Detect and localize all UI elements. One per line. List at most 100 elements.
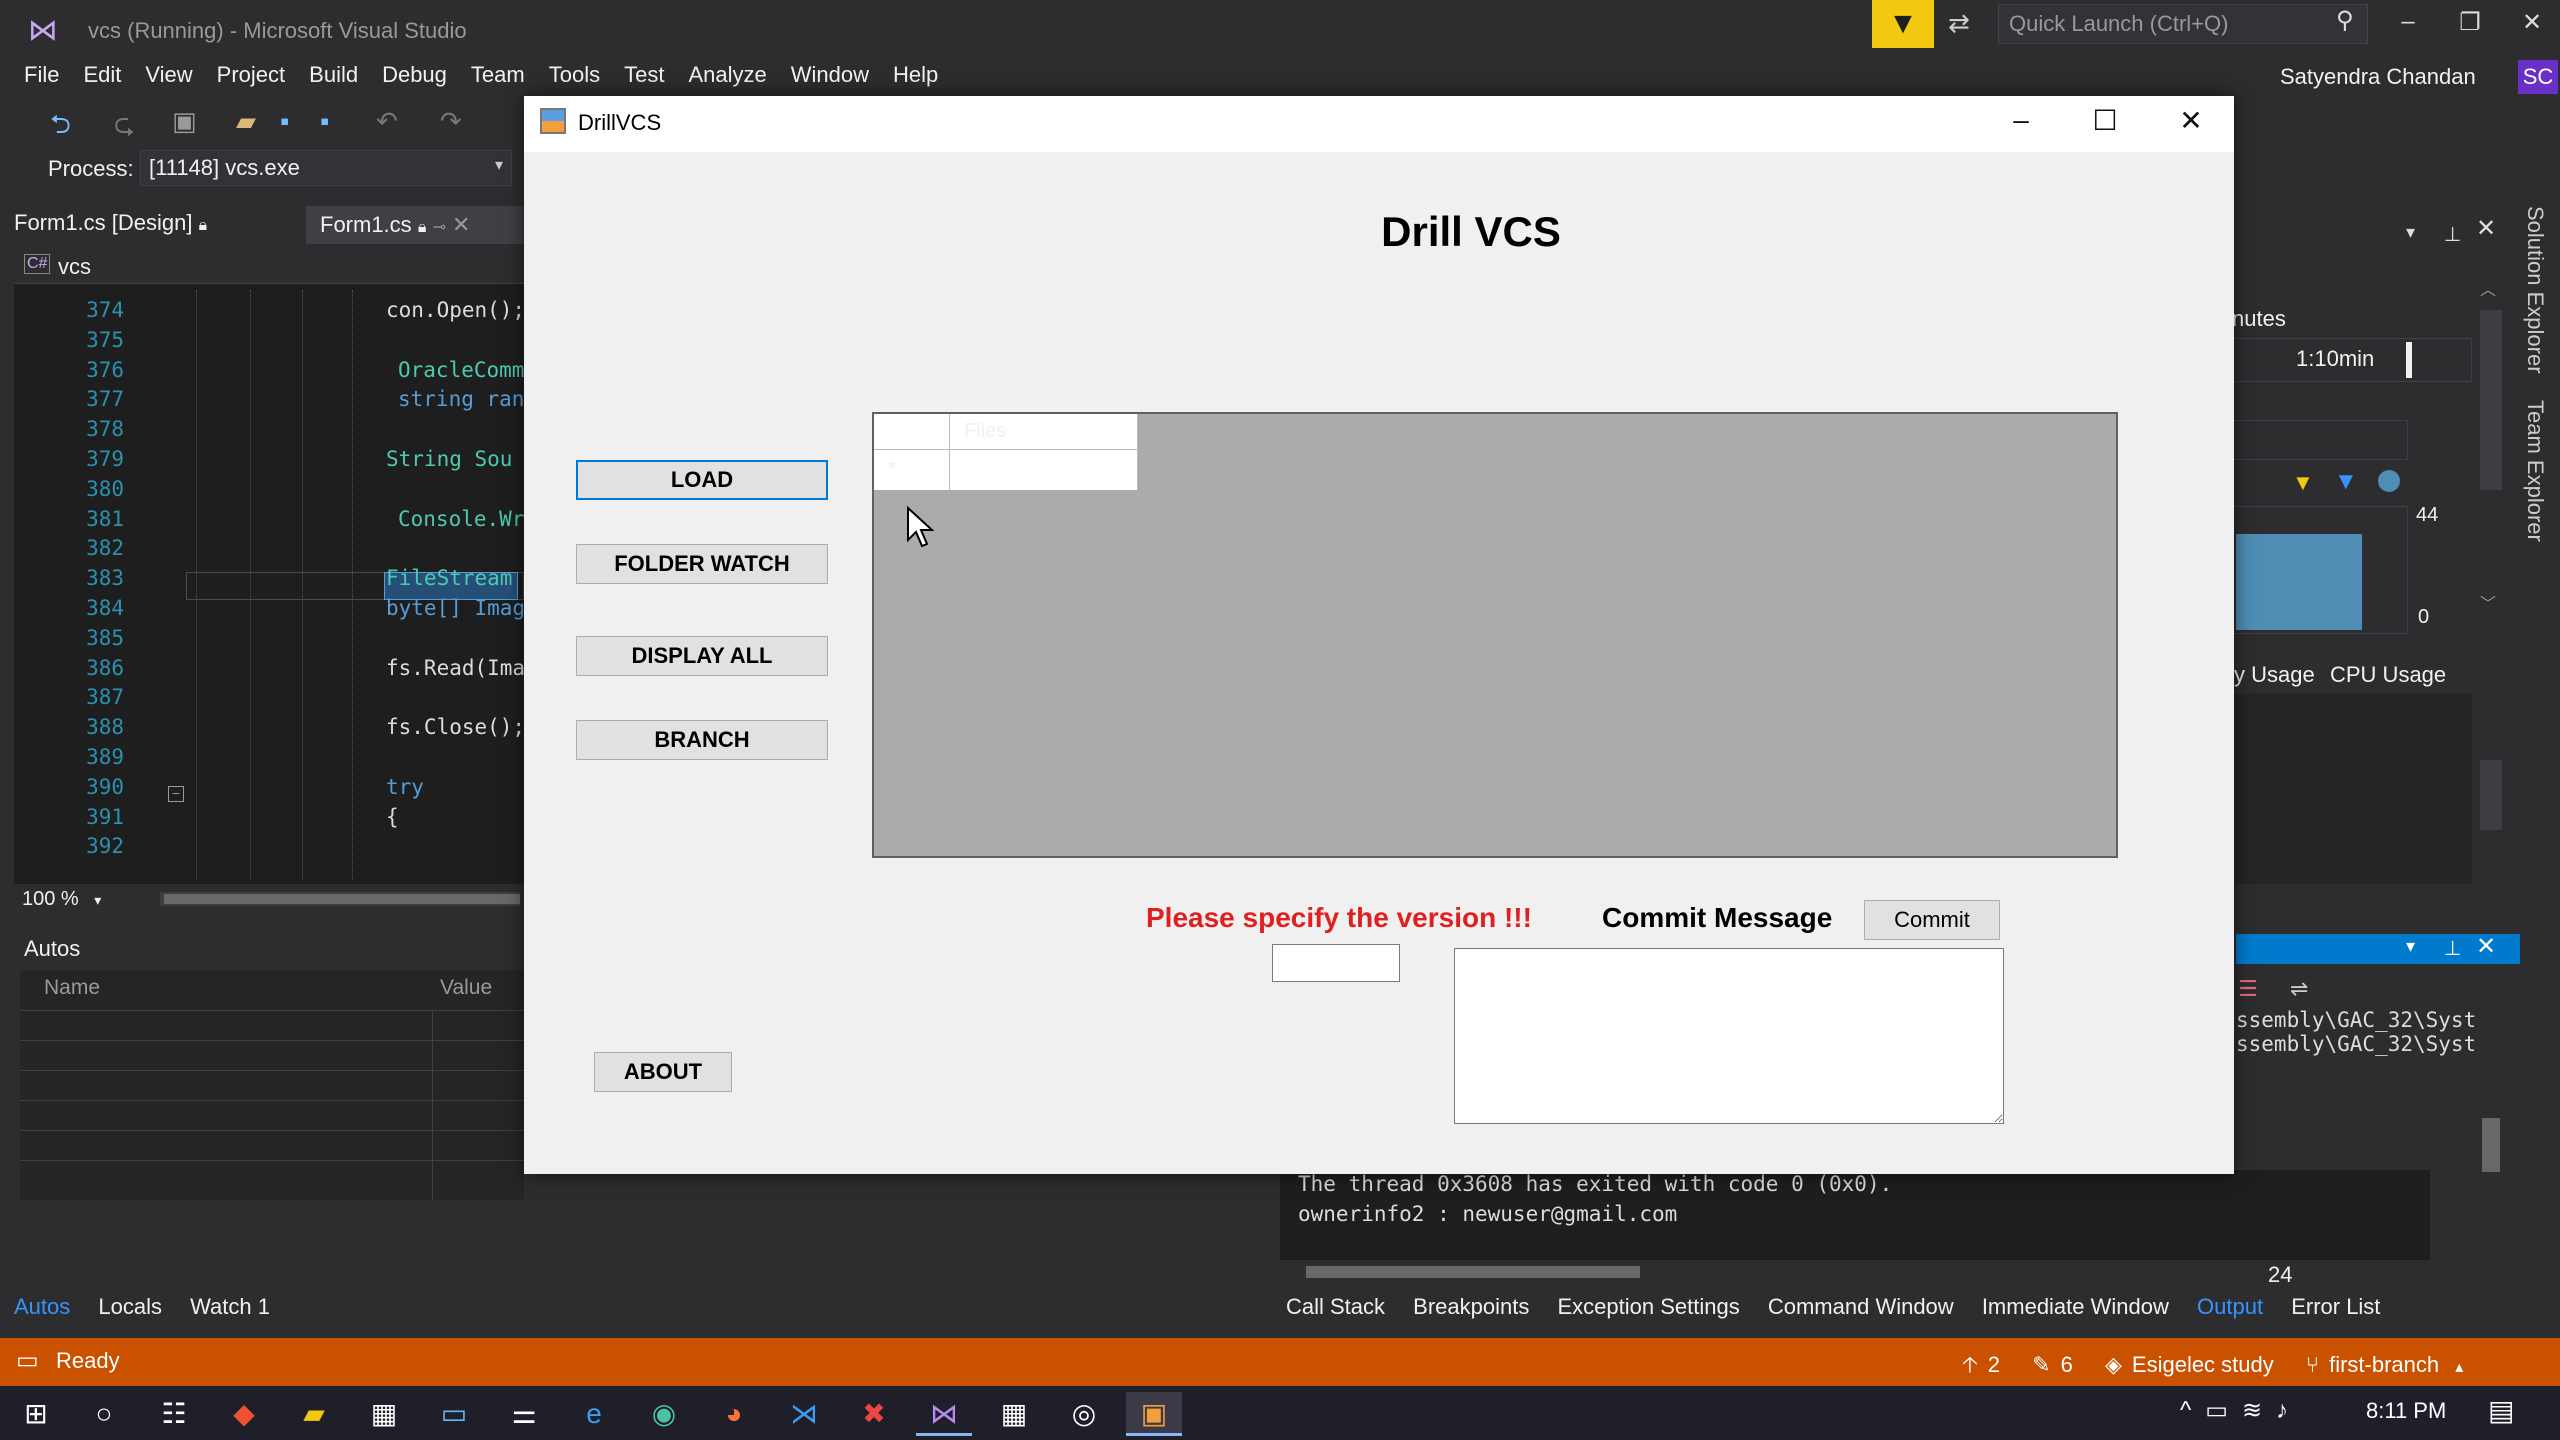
drillvcs-title-bar[interactable] bbox=[524, 96, 2234, 152]
menu-file[interactable]: File bbox=[24, 60, 59, 92]
tab-locals[interactable]: Locals bbox=[98, 1294, 162, 1320]
snapshot-marker-icon[interactable] bbox=[2378, 470, 2400, 492]
tab-breakpoints[interactable]: Breakpoints bbox=[1413, 1294, 1529, 1320]
scrollbar-thumb[interactable] bbox=[1306, 1266, 1640, 1278]
tab-form1-cs[interactable]: Form1.cs 🔒︎ ⊸ ✕ bbox=[306, 206, 524, 244]
firefox-browser-icon[interactable]: ◕ bbox=[706, 1392, 762, 1436]
obs-icon[interactable]: ◎ bbox=[1056, 1392, 1112, 1436]
action-center-icon[interactable]: ▤ bbox=[2488, 1394, 2514, 1427]
undo-icon[interactable]: ↶ bbox=[376, 106, 398, 137]
repository-name[interactable]: Esigelec study bbox=[2132, 1352, 2274, 1377]
menu-analyze[interactable]: Analyze bbox=[688, 60, 766, 92]
drillvcs-close-icon[interactable]: ✕ bbox=[2166, 104, 2216, 137]
restore-icon[interactable]: ❐ bbox=[2450, 8, 2490, 37]
timeline-marker[interactable] bbox=[2406, 342, 2412, 378]
display-all-button[interactable]: DISPLAY ALL bbox=[576, 636, 828, 676]
autos-col-name[interactable]: Name bbox=[44, 976, 100, 1000]
output-left-scrollbar[interactable] bbox=[1226, 1180, 1256, 1280]
drillvcs-taskbar-icon[interactable]: ▣ bbox=[1126, 1392, 1182, 1436]
code-line[interactable]: String Sou bbox=[386, 447, 512, 471]
save-all-icon[interactable]: ▪ bbox=[320, 106, 329, 137]
panel-close-icon[interactable]: ✕ bbox=[2476, 214, 2496, 243]
branch-name[interactable]: first-branch bbox=[2329, 1352, 2439, 1377]
pin-icon[interactable]: ⊥ bbox=[2444, 936, 2461, 961]
quick-launch-input[interactable]: Quick Launch (Ctrl+Q) bbox=[1998, 4, 2368, 44]
drillvcs-minimize-icon[interactable]: – bbox=[1996, 104, 2046, 136]
tab-exception-settings[interactable]: Exception Settings bbox=[1557, 1294, 1739, 1320]
tab-memory-usage[interactable]: y Usage bbox=[2234, 662, 2315, 688]
version-input[interactable] bbox=[1272, 944, 1400, 982]
scrollbar-thumb[interactable] bbox=[2480, 310, 2502, 490]
branch-icon[interactable]: ⑂ bbox=[2306, 1352, 2319, 1378]
open-folder-icon[interactable]: ▰ bbox=[236, 106, 256, 137]
app-icon[interactable]: ⚌ bbox=[496, 1392, 552, 1436]
code-line[interactable]: { bbox=[386, 805, 399, 829]
pending-changes-icon[interactable]: ✎ bbox=[2032, 1352, 2050, 1378]
menu-tools[interactable]: Tools bbox=[549, 60, 600, 92]
autos-col-value[interactable]: Value bbox=[440, 976, 492, 1000]
filter-marker-icon[interactable]: ▼ bbox=[2334, 468, 2358, 496]
search-icon[interactable]: ⚲ bbox=[2336, 6, 2354, 35]
save-icon[interactable]: ▪ bbox=[280, 106, 289, 137]
tab-watch-1[interactable]: Watch 1 bbox=[190, 1294, 270, 1320]
menu-help[interactable]: Help bbox=[893, 60, 938, 92]
code-line[interactable]: byte[] Imag bbox=[386, 596, 525, 620]
sql-developer-icon[interactable]: ▦ bbox=[986, 1392, 1042, 1436]
battery-icon[interactable]: ▭ bbox=[2205, 1397, 2242, 1424]
user-name[interactable]: Satyendra Chandan bbox=[2280, 64, 2476, 90]
code-line[interactable]: OracleComm bbox=[398, 358, 524, 382]
zoom-level[interactable]: 100 % ▾ bbox=[22, 888, 101, 911]
menu-window[interactable]: Window bbox=[791, 60, 869, 92]
push-icon[interactable]: 🡡 bbox=[1962, 1348, 1978, 1386]
tray-chevron-icon[interactable]: ^ bbox=[2180, 1397, 2205, 1424]
branch-button[interactable]: BRANCH bbox=[576, 720, 828, 760]
forward-icon[interactable]: ⮎ bbox=[114, 106, 135, 150]
tab-command-window[interactable]: Command Window bbox=[1768, 1294, 1954, 1320]
side-tab-solution-explorer[interactable]: Solution Explorer bbox=[2522, 206, 2548, 374]
task-view-icon[interactable]: ☷ bbox=[146, 1392, 202, 1436]
word-wrap-icon[interactable]: ⇌ bbox=[2290, 976, 2308, 1002]
code-line[interactable]: Console.Wr bbox=[398, 507, 524, 531]
file-explorer-icon[interactable]: ▰ bbox=[286, 1392, 342, 1436]
windows-start-icon[interactable]: ⊞ bbox=[8, 1392, 64, 1436]
back-icon[interactable]: ⮌ bbox=[50, 106, 71, 150]
grid-new-row-header[interactable]: * bbox=[874, 450, 950, 490]
minimize-icon[interactable]: – bbox=[2388, 8, 2428, 36]
repository-icon[interactable]: ◈ bbox=[2105, 1352, 2122, 1378]
load-button[interactable]: LOAD bbox=[576, 460, 828, 500]
output-text[interactable]: The thread 0x3608 has exited with code 0… bbox=[1280, 1170, 2430, 1260]
unpushed-commits-count[interactable]: 2 bbox=[1988, 1352, 2000, 1377]
edge-browser-icon[interactable]: e bbox=[566, 1392, 622, 1436]
code-line[interactable]: FileStream bbox=[386, 566, 512, 590]
cortana-search-icon[interactable]: ○ bbox=[76, 1392, 132, 1436]
tab-form1-design[interactable]: Form1.cs [Design] 🔒︎ bbox=[14, 210, 207, 236]
grid-corner-header[interactable] bbox=[874, 414, 950, 450]
grid-cell-files[interactable] bbox=[950, 450, 1138, 490]
store-icon[interactable]: ▦ bbox=[356, 1392, 412, 1436]
tab-immediate-window[interactable]: Immediate Window bbox=[1982, 1294, 2169, 1320]
menu-test[interactable]: Test bbox=[624, 60, 664, 92]
feedback-icon[interactable]: ⇄ bbox=[1948, 8, 1984, 40]
process-select[interactable]: [11148] vcs.exe ▾ bbox=[140, 150, 512, 186]
remote-desktop-icon[interactable]: ▭ bbox=[426, 1392, 482, 1436]
menu-debug[interactable]: Debug bbox=[382, 60, 447, 92]
tab-close-icon[interactable]: ✕ bbox=[452, 212, 470, 237]
drillvcs-maximize-icon[interactable]: ☐ bbox=[2080, 104, 2130, 137]
collapse-icon[interactable]: − bbox=[168, 786, 184, 802]
volume-icon[interactable]: ♪ bbox=[2276, 1397, 2302, 1424]
scroll-down-icon[interactable]: ﹀ bbox=[2480, 590, 2496, 614]
git-app-icon[interactable]: ◆ bbox=[216, 1392, 272, 1436]
menu-edit[interactable]: Edit bbox=[83, 60, 121, 92]
taskbar-clock[interactable]: 8:11 PM bbox=[2366, 1398, 2446, 1424]
autos-grid[interactable] bbox=[20, 970, 524, 1200]
tab-output[interactable]: Output bbox=[2197, 1294, 2263, 1320]
user-avatar[interactable]: SC bbox=[2518, 60, 2558, 94]
commit-message-input[interactable] bbox=[1454, 948, 2004, 1124]
code-line[interactable]: try bbox=[386, 775, 424, 799]
scrollbar-thumb[interactable] bbox=[164, 894, 520, 904]
pin-icon[interactable]: ⊥ bbox=[2444, 222, 2461, 247]
scrollbar-thumb[interactable] bbox=[2482, 1118, 2500, 1172]
tab-autos[interactable]: Autos bbox=[14, 1294, 70, 1320]
chrome-browser-icon[interactable]: ◉ bbox=[636, 1392, 692, 1436]
panel-close-icon[interactable]: ✕ bbox=[2476, 932, 2496, 961]
